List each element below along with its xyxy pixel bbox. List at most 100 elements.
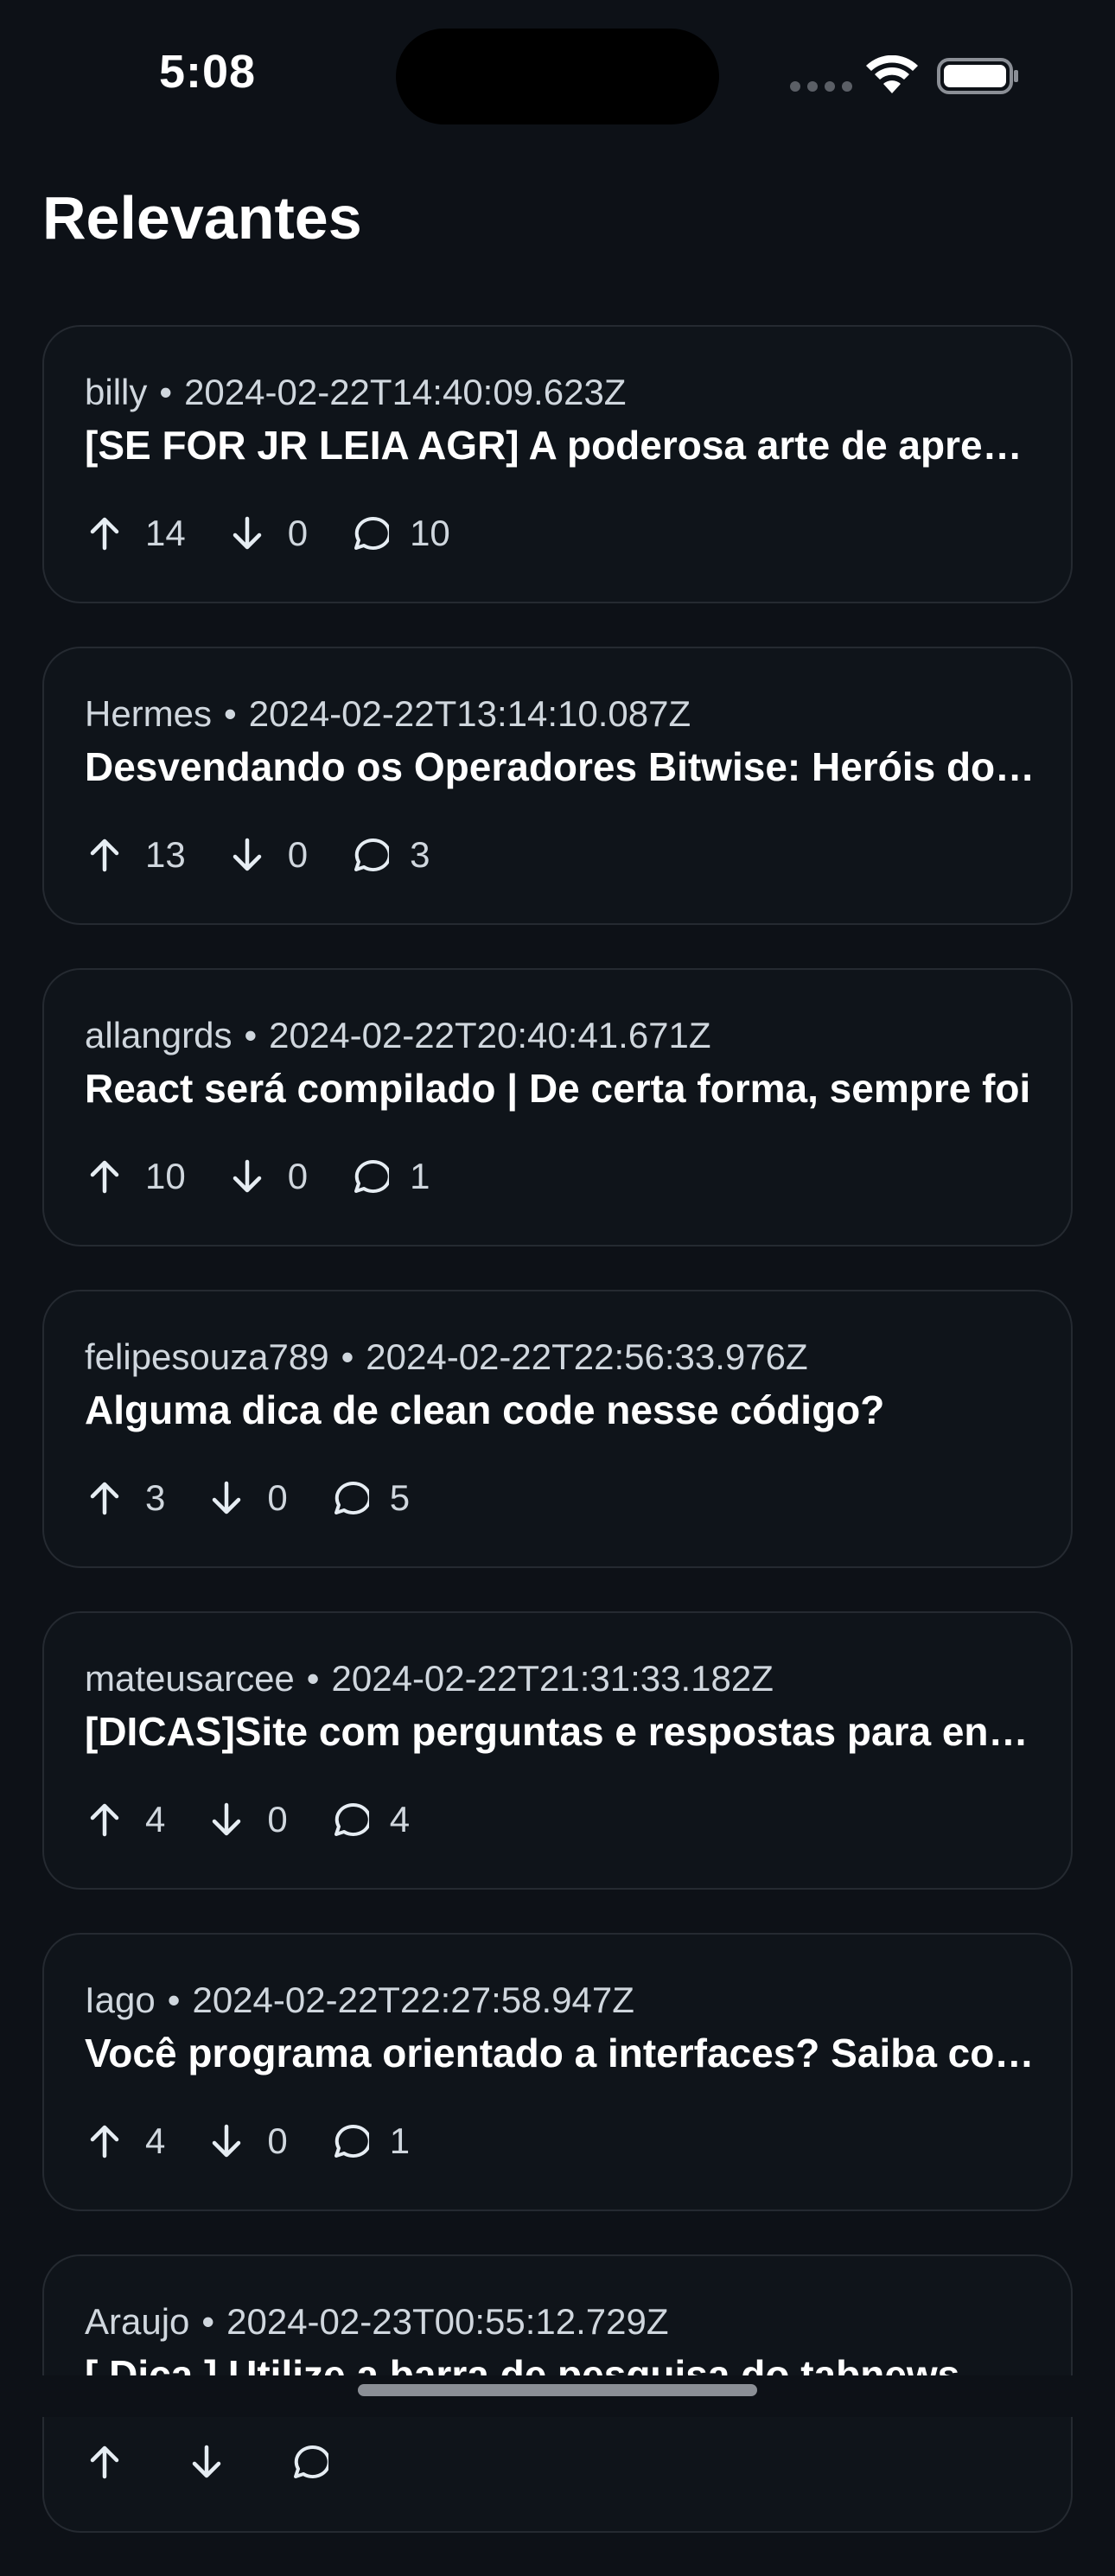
upvote-button[interactable]: 13 (85, 834, 186, 876)
post-meta: Araujo • 2024-02-23T00:55:12.729Z (85, 2301, 669, 2343)
post-author[interactable]: mateusarcee (85, 1658, 295, 1699)
post-date: 2024-02-22T22:56:33.976Z (366, 1336, 808, 1377)
bottom-safe-area (0, 2375, 1115, 2417)
wifi-icon (866, 55, 918, 93)
post-author[interactable]: Hermes (85, 693, 212, 734)
comment-bubble-icon (354, 516, 390, 550)
post-date: 2024-02-22T20:40:41.671Z (269, 1015, 711, 1055)
downvote-count: 0 (287, 834, 309, 875)
meta-separator: • (159, 372, 173, 412)
home-indicator[interactable] (358, 2384, 757, 2396)
post-date: 2024-02-22T14:40:09.623Z (184, 372, 627, 412)
arrow-down-icon (192, 2445, 221, 2478)
comments-button[interactable] (289, 2442, 349, 2482)
upvote-button[interactable]: 4 (85, 2120, 165, 2162)
post-stats: 14 0 10 (85, 513, 492, 554)
arrow-up-icon (90, 2445, 119, 2479)
comment-count: 5 (389, 1477, 411, 1518)
upvote-button[interactable]: 4 (85, 1799, 165, 1840)
downvote-count: 0 (267, 1799, 288, 1840)
arrow-up-icon (90, 1482, 119, 1515)
arrow-up-icon (90, 1160, 119, 1194)
post-card[interactable]: Iago • 2024-02-22T22:27:58.947Z Você progr… (42, 1933, 1073, 2211)
meta-separator: • (341, 1336, 354, 1377)
arrow-up-icon (90, 1803, 119, 1837)
post-stats: 4 0 4 (85, 1799, 451, 1840)
post-card[interactable]: allangrds • 2024-02-22T20:40:41.671Z React… (42, 968, 1073, 1247)
post-date: 2024-02-22T13:14:10.087Z (248, 693, 691, 734)
comment-bubble-icon (354, 1159, 390, 1193)
arrow-down-icon (233, 516, 261, 550)
post-title[interactable]: Desvendando os Operadores Bitwise: Herói… (85, 743, 1035, 790)
post-card[interactable]: felipesouza789 • 2024-02-22T22:56:33.976Z … (42, 1290, 1073, 1568)
post-date: 2024-02-22T22:27:58.947Z (192, 1980, 634, 2020)
comment-count: 3 (410, 834, 430, 875)
downvote-button[interactable]: 0 (207, 1477, 288, 1519)
downvote-button[interactable]: 0 (207, 2120, 288, 2162)
upvote-button[interactable]: 14 (85, 513, 186, 554)
battery-icon (937, 58, 1018, 94)
upvote-count: 13 (145, 834, 186, 875)
arrow-up-icon (90, 2125, 119, 2158)
post-meta: billy • 2024-02-22T14:40:09.623Z (85, 372, 626, 413)
post-title[interactable]: [SE FOR JR LEIA AGR] A poderosa arte de … (85, 422, 1035, 469)
post-author[interactable]: allangrds (85, 1015, 232, 1055)
post-date: 2024-02-22T21:31:33.182Z (331, 1658, 774, 1699)
arrow-down-icon (213, 2124, 241, 2158)
comments-button[interactable]: 4 (329, 1799, 410, 1840)
post-author[interactable]: Araujo (85, 2301, 189, 2342)
downvote-button[interactable]: 0 (207, 1799, 288, 1840)
arrow-down-icon (233, 1159, 261, 1193)
comments-button[interactable]: 1 (329, 2120, 410, 2162)
comment-count: 1 (389, 2120, 411, 2161)
post-title[interactable]: Você programa orientado a interfaces? Sa… (85, 2030, 1035, 2076)
arrow-up-icon (90, 838, 119, 872)
post-meta: Iago • 2024-02-22T22:27:58.947Z (85, 1980, 634, 2021)
post-stats: 3 0 5 (85, 1477, 451, 1519)
post-card[interactable]: mateusarcee • 2024-02-22T21:31:33.182Z [DI… (42, 1611, 1073, 1890)
post-card[interactable]: billy • 2024-02-22T14:40:09.623Z [SE FOR J… (42, 325, 1073, 603)
arrow-up-icon (90, 517, 119, 551)
downvote-count: 0 (287, 1156, 309, 1196)
downvote-button[interactable]: 0 (227, 513, 308, 554)
post-author[interactable]: felipesouza789 (85, 1336, 329, 1377)
post-title[interactable]: [DICAS]Site com perguntas e respostas pa… (85, 1708, 1035, 1755)
downvote-button[interactable]: 0 (227, 834, 308, 876)
comment-bubble-icon (334, 1802, 369, 1836)
status-bar: 5:08 (0, 0, 1115, 147)
post-feed: billy • 2024-02-22T14:40:09.623Z [SE FOR J… (42, 325, 1073, 2576)
meta-separator: • (201, 2301, 215, 2342)
post-author[interactable]: Iago (85, 1980, 156, 2020)
post-meta: Hermes • 2024-02-22T13:14:10.087Z (85, 693, 691, 735)
comment-count: 10 (410, 513, 450, 553)
post-title[interactable]: Alguma dica de clean code nesse código? (85, 1387, 1035, 1433)
meta-separator: • (224, 693, 237, 734)
comments-button[interactable]: 10 (349, 513, 450, 554)
post-stats: 10 0 1 (85, 1156, 471, 1197)
upvote-button[interactable]: 10 (85, 1156, 186, 1197)
post-meta: felipesouza789 • 2024-02-22T22:56:33.976Z (85, 1336, 808, 1378)
arrow-down-icon (213, 1481, 241, 1514)
post-stats: 13 0 3 (85, 834, 471, 876)
post-date: 2024-02-23T00:55:12.729Z (226, 2301, 669, 2342)
upvote-button[interactable]: 3 (85, 1477, 165, 1519)
downvote-button[interactable]: 0 (227, 1156, 308, 1197)
post-author[interactable]: billy (85, 372, 147, 412)
post-title[interactable]: React será compilado | De certa forma, s… (85, 1065, 1035, 1112)
downvote-button[interactable] (187, 2442, 247, 2482)
page-title: Relevantes (42, 184, 362, 252)
arrow-down-icon (233, 838, 261, 871)
comments-button[interactable]: 1 (349, 1156, 430, 1197)
upvote-count: 10 (145, 1156, 186, 1196)
post-stats: 4 0 1 (85, 2120, 451, 2162)
comments-button[interactable]: 3 (349, 834, 430, 876)
post-card[interactable]: Hermes • 2024-02-22T13:14:10.087Z Desvenda… (42, 647, 1073, 925)
upvote-button[interactable] (85, 2442, 145, 2482)
meta-separator: • (306, 1658, 320, 1699)
status-time: 5:08 (159, 46, 257, 98)
post-stats (85, 2442, 391, 2482)
upvote-count: 14 (145, 513, 186, 553)
comment-count: 4 (389, 1799, 411, 1840)
comments-button[interactable]: 5 (329, 1477, 410, 1519)
downvote-count: 0 (267, 1477, 288, 1518)
